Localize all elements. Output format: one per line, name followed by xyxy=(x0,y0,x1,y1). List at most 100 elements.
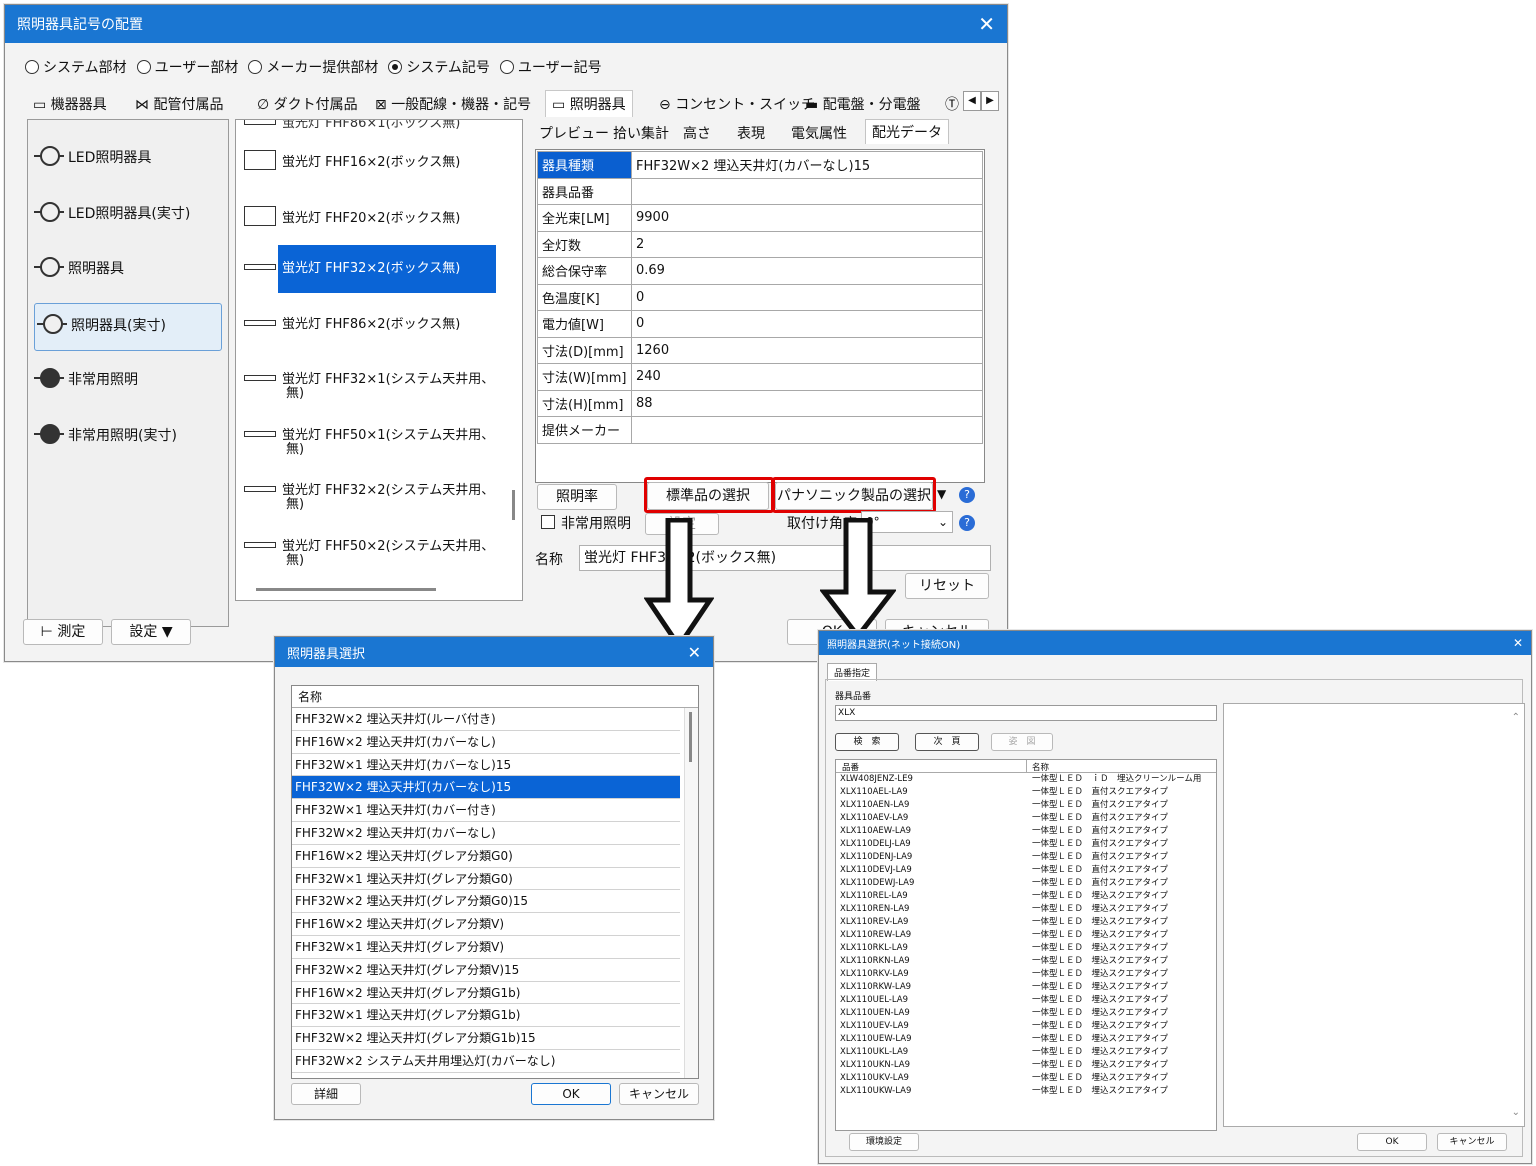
radio-circle[interactable] xyxy=(136,60,151,74)
table-row[interactable]: XLX110RKL-LA9 一体型ＬＥＤ 埋込スクエアタイプ xyxy=(836,942,1216,955)
table-row[interactable]: XLX110AEL-LA9 一体型ＬＥＤ 直付スクエアタイプ xyxy=(836,786,1216,799)
radio-option[interactable]: ユーザー記号 xyxy=(499,60,602,76)
table-row[interactable]: XLX110DELJ-LA9 一体型ＬＥＤ 直付スクエアタイプ xyxy=(836,838,1216,851)
fixture-item[interactable]: 蛍光灯 FHF32×2(システム天井用、 無) xyxy=(244,483,510,513)
tab-panelboard[interactable]: ▬ 配電盤・分電盤 xyxy=(805,94,921,114)
tab-scroll-right-icon[interactable]: ▶ xyxy=(981,91,999,111)
table-row[interactable]: XLX110AEN-LA9 一体型ＬＥＤ 直付スクエアタイプ xyxy=(836,799,1216,812)
table-row[interactable]: XLX110UEW-LA9 一体型ＬＥＤ 埋込スクエアタイプ xyxy=(836,1033,1216,1046)
tab-pipe-fittings[interactable]: ⋈ 配管付属品 xyxy=(135,94,223,114)
radio-circle[interactable] xyxy=(499,60,514,74)
table-row[interactable]: XLX110UKN-LA9 一体型ＬＥＤ 埋込スクエアタイプ xyxy=(836,1059,1216,1072)
list-item[interactable]: FHF32W×1 埋込天井灯(カバーなし)15 xyxy=(292,754,680,777)
table-row[interactable]: XLX110UEV-LA9 一体型ＬＥＤ 埋込スクエアタイプ xyxy=(836,1020,1216,1033)
property-row[interactable]: 寸法(H)[mm] 88 xyxy=(537,389,983,417)
table-row[interactable]: XLX110RKV-LA9 一体型ＬＥＤ 埋込スクエアタイプ xyxy=(836,968,1216,981)
list-item[interactable]: FHF32W×1 埋込天井灯(カバー付き) xyxy=(292,799,680,822)
table-row[interactable]: XLX110DENJ-LA9 一体型ＬＥＤ 直付スクエアタイプ xyxy=(836,851,1216,864)
tab-duct-fittings[interactable]: ∅ ダクト付属品 xyxy=(257,94,358,114)
list-item[interactable]: FHF32W×1 埋込天井灯(グレア分類G1b) xyxy=(292,1004,680,1028)
table-row[interactable]: XLX110DEVJ-LA9 一体型ＬＥＤ 直付スクエアタイプ xyxy=(836,864,1216,877)
fixture-item[interactable]: 蛍光灯 FHF32×1(システム天井用、 無) xyxy=(244,372,510,402)
symbol-item[interactable]: 非常用照明 xyxy=(34,358,222,406)
list-item[interactable]: FHF32W×2 埋込天井灯(グレア分類G1b)15 xyxy=(292,1027,680,1050)
property-row[interactable]: 色温度[K] 0 xyxy=(537,283,983,311)
list-item[interactable]: FHF32W×2 埋込天井灯(カバーなし)15 xyxy=(292,776,680,800)
table-row[interactable]: XLX110REN-LA9 一体型ＬＥＤ 埋込スクエアタイプ xyxy=(836,903,1216,916)
property-tab[interactable]: 電気属性 xyxy=(791,123,847,143)
help-icon[interactable]: ? xyxy=(959,487,975,503)
property-row[interactable]: 器具品番 xyxy=(537,177,983,205)
property-row[interactable]: 提供メーカー xyxy=(537,416,983,444)
list-item[interactable]: FHF32W×2 埋込天井灯(カバーなし) xyxy=(292,822,680,845)
scroll-up-icon[interactable]: ⌃ xyxy=(1512,712,1520,723)
illumination-rate-button[interactable]: 照明率 xyxy=(537,484,617,510)
list-item[interactable]: FHF32W×2 埋込天井灯(ルーバ付き) xyxy=(292,708,680,731)
symbol-item[interactable]: 照明器具 xyxy=(34,247,222,295)
chevron-down-icon[interactable]: ▼ xyxy=(937,487,946,501)
net-cancel-button[interactable]: キャンセル xyxy=(1437,1133,1507,1151)
tab-lighting[interactable]: ▭ 照明器具 xyxy=(545,90,633,117)
figure-button[interactable]: 姿 図 xyxy=(991,733,1053,751)
tab-outlet-switch[interactable]: ⊖ コンセント・スイッチ xyxy=(659,94,815,114)
fixture-item[interactable]: 蛍光灯 FHF86×2(ボックス無) xyxy=(244,317,510,333)
property-tab[interactable]: 表現 xyxy=(737,123,765,143)
close-icon[interactable]: ✕ xyxy=(1513,636,1523,650)
list-item[interactable]: FHF16W×2 埋込天井灯(カバーなし) xyxy=(292,731,680,754)
table-row[interactable]: XLX110UKV-LA9 一体型ＬＥＤ 埋込スクエアタイプ xyxy=(836,1072,1216,1085)
table-row[interactable]: XLX110REW-LA9 一体型ＬＥＤ 埋込スクエアタイプ xyxy=(836,929,1216,942)
tab-scroll-left-icon[interactable]: ◀ xyxy=(963,91,981,111)
property-row[interactable]: 全灯数 2 xyxy=(537,230,983,258)
fixture-item[interactable]: 蛍光灯 FHF16×2(ボックス無) xyxy=(244,150,510,171)
list-item[interactable]: FHF32W×2 埋込天井灯(グレア分類V)15 xyxy=(292,959,680,982)
help-icon[interactable]: ? xyxy=(959,515,975,531)
symbol-item[interactable]: LED照明器具(実寸) xyxy=(34,192,222,240)
table-row[interactable]: XLX110UKW-LA9 一体型ＬＥＤ 埋込スクエアタイプ xyxy=(836,1085,1216,1098)
property-tab[interactable]: 拾い集計 xyxy=(613,123,669,143)
property-row[interactable]: 電力値[W] 0 xyxy=(537,310,983,338)
list-item[interactable]: FHF32W×2 埋込天井灯(グレア分類G0)15 xyxy=(292,890,680,914)
list-hscrollbar[interactable] xyxy=(256,588,436,591)
name-field[interactable]: 蛍光灯 FHF32×2(ボックス無) xyxy=(579,545,991,571)
radio-circle[interactable] xyxy=(388,60,403,74)
close-icon[interactable]: ✕ xyxy=(978,12,995,36)
part-number-input[interactable]: XLX xyxy=(835,705,1217,721)
property-row[interactable]: 全光束[LM] 9900 xyxy=(537,204,983,232)
close-icon[interactable]: ✕ xyxy=(688,643,701,662)
tab-general-wiring[interactable]: ⊠ 一般配線・機器・記号 xyxy=(375,94,531,114)
property-row[interactable]: 器具種類 FHF32W×2 埋込天井灯(カバーなし)15 xyxy=(537,151,983,179)
fixture-item[interactable]: 蛍光灯 FHF32×2(ボックス無) xyxy=(244,245,510,293)
fixture-item[interactable]: 蛍光灯 FHF20×2(ボックス無) xyxy=(244,205,510,227)
table-row[interactable]: XLX110UEN-LA9 一体型ＬＥＤ 埋込スクエアタイプ xyxy=(836,1007,1216,1020)
table-row[interactable]: XLX110AEV-LA9 一体型ＬＥＤ 直付スクエアタイプ xyxy=(836,812,1216,825)
symbol-item[interactable]: 非常用照明(実寸) xyxy=(34,414,222,462)
property-tab[interactable]: 配光データ xyxy=(865,119,949,144)
list-vscrollbar[interactable] xyxy=(512,490,515,520)
radio-option[interactable]: システム部材 xyxy=(25,60,127,76)
list-scrollbar[interactable] xyxy=(684,708,698,1078)
radio-circle[interactable] xyxy=(25,60,39,74)
table-row[interactable]: XLW408JENZ-LE9 一体型ＬＥＤ ｉＤ 埋込クリーンルーム用 xyxy=(836,773,1216,786)
table-row[interactable]: XLX110UKL-LA9 一体型ＬＥＤ 埋込スクエアタイプ xyxy=(836,1046,1216,1059)
radio-option[interactable]: メーカー提供部材 xyxy=(248,60,378,76)
tab-equipment[interactable]: ▭ 機器器具 xyxy=(33,94,107,114)
table-row[interactable]: XLX110REL-LA9 一体型ＬＥＤ 埋込スクエアタイプ xyxy=(836,890,1216,903)
symbol-item[interactable]: 照明器具(実寸) xyxy=(34,302,222,351)
list-item[interactable]: FHF16W×2 埋込天井灯(グレア分類G1b) xyxy=(292,982,680,1005)
radio-circle[interactable] xyxy=(248,60,263,74)
list-item[interactable]: FHF32W×1 埋込天井灯(グレア分類V) xyxy=(292,936,680,959)
next-page-button[interactable]: 次 頁 xyxy=(915,733,979,751)
search-button[interactable]: 検 索 xyxy=(835,733,899,751)
reset-button[interactable]: リセット xyxy=(905,573,989,599)
net-ok-button[interactable]: OK xyxy=(1357,1133,1427,1151)
table-row[interactable]: XLX110RKN-LA9 一体型ＬＥＤ 埋込スクエアタイプ xyxy=(836,955,1216,968)
radio-option[interactable]: システム記号 xyxy=(388,60,490,76)
property-row[interactable]: 寸法(D)[mm] 1260 xyxy=(537,336,983,364)
tab-more-icon[interactable]: Ⓣ xyxy=(945,94,959,114)
table-row[interactable]: XLX110AEW-LA9 一体型ＬＥＤ 直付スクエアタイプ xyxy=(836,825,1216,838)
list-item[interactable]: FHF16W×2 埋込天井灯(グレア分類G0) xyxy=(292,845,680,868)
list-item[interactable]: FHF16W×2 埋込天井灯(グレア分類V) xyxy=(292,913,680,936)
settings-dropdown[interactable]: 設定 ▼ xyxy=(111,619,191,645)
list-item[interactable]: FHF32W×2 システム天井用埋込灯(カバーなし) xyxy=(292,1050,680,1073)
detail-button[interactable]: 詳細 xyxy=(291,1083,361,1105)
